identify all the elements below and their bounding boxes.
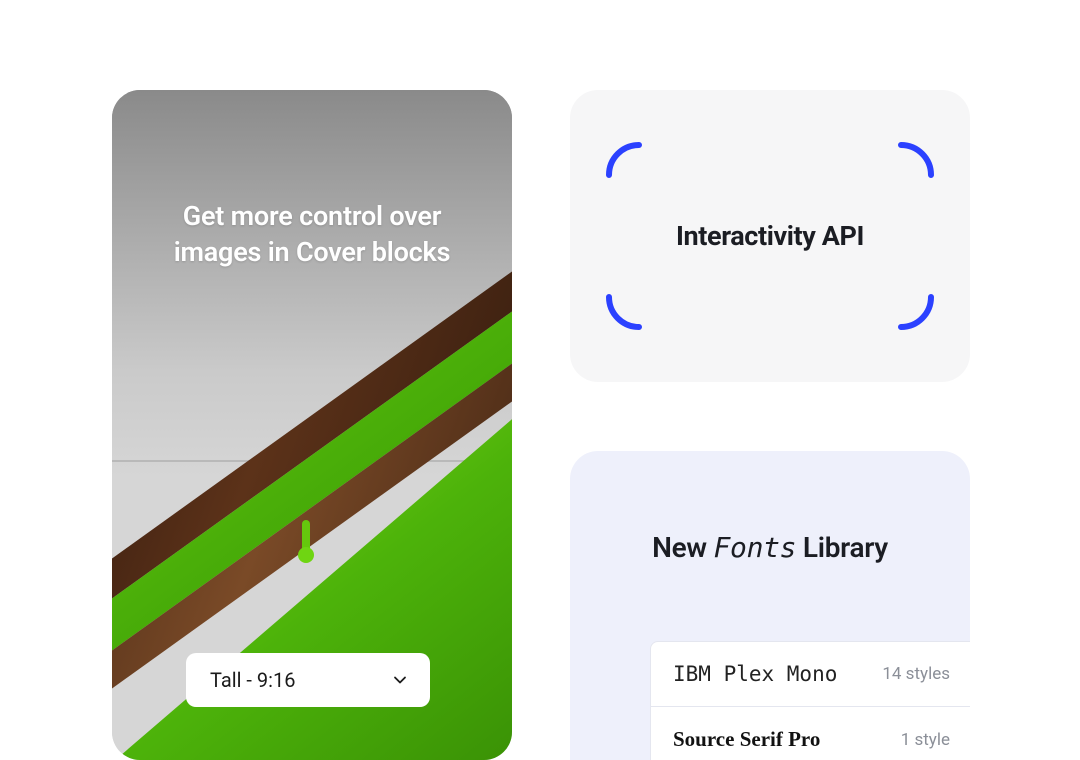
card-cover-block: Get more control over images in Cover bl… xyxy=(112,90,512,760)
aspect-ratio-value: Tall - 9:16 xyxy=(210,668,295,692)
cover-title: Get more control over images in Cover bl… xyxy=(112,198,512,271)
font-list-item[interactable]: Source Serif Pro 1 style xyxy=(651,707,970,760)
frame-corner-icon xyxy=(893,289,935,331)
api-frame: Interactivity API xyxy=(605,141,935,331)
font-name: Source Serif Pro xyxy=(673,727,820,752)
feature-cards-canvas: Get more control over images in Cover bl… xyxy=(0,0,1080,760)
chevron-down-icon xyxy=(392,672,408,688)
font-style-count: 14 styles xyxy=(882,664,950,684)
cover-title-line-1: Get more control over xyxy=(183,200,442,232)
card-fonts-library: New Fonts Library IBM Plex Mono 14 style… xyxy=(570,451,970,760)
font-name: IBM Plex Mono xyxy=(673,662,837,686)
api-title: Interactivity API xyxy=(676,220,864,252)
aspect-ratio-select[interactable]: Tall - 9:16 xyxy=(186,653,430,707)
fonts-library-title: New Fonts Library xyxy=(570,531,970,564)
card-interactivity-api: Interactivity API xyxy=(570,90,970,382)
frame-corner-icon xyxy=(605,141,647,183)
cover-title-line-2: images in Cover blocks xyxy=(174,236,451,268)
font-list: IBM Plex Mono 14 styles Source Serif Pro… xyxy=(650,641,970,760)
font-style-count: 1 style xyxy=(901,730,950,750)
fonts-title-pre: New xyxy=(652,531,713,564)
fonts-title-post: Library xyxy=(796,531,888,564)
frame-corner-icon xyxy=(893,141,935,183)
font-list-item[interactable]: IBM Plex Mono 14 styles xyxy=(651,642,970,707)
fonts-title-em: Fonts xyxy=(713,531,796,564)
frame-corner-icon xyxy=(605,289,647,331)
